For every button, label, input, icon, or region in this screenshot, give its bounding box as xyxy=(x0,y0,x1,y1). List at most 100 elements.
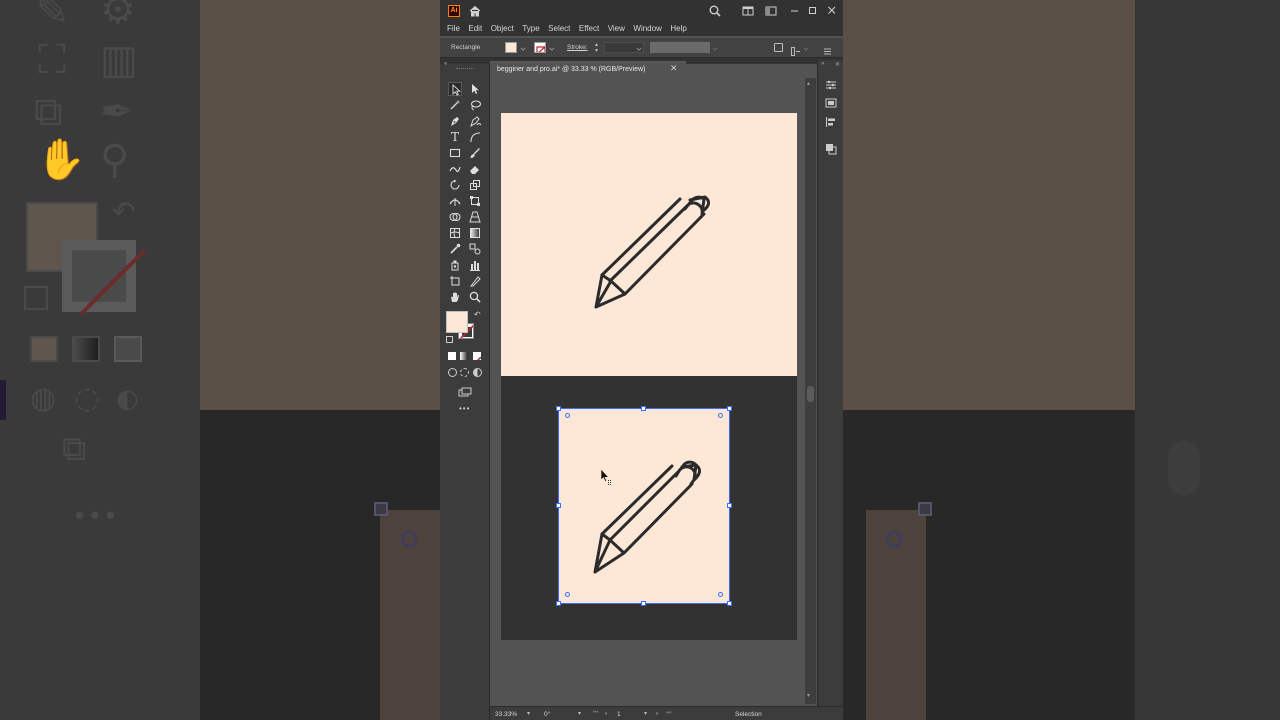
draw-normal-icon[interactable] xyxy=(448,368,457,377)
rectangle-tool-icon[interactable] xyxy=(448,146,462,160)
stroke-color-swatch[interactable] xyxy=(534,42,546,53)
curvature-tool-icon[interactable] xyxy=(468,114,482,128)
default-fill-stroke-icon[interactable] xyxy=(446,336,453,343)
fill-swatch[interactable] xyxy=(446,311,468,333)
first-artboard-icon[interactable]: ⏮ xyxy=(593,710,598,717)
vertical-scrollbar[interactable]: ▴ ▾ xyxy=(805,78,816,704)
swap-fill-stroke-icon[interactable]: ↶ xyxy=(474,310,481,319)
width-tool-icon[interactable] xyxy=(448,194,462,208)
transform-chevron-icon[interactable] xyxy=(803,45,809,51)
menu-view[interactable]: View xyxy=(608,24,625,33)
resize-handle-t[interactable] xyxy=(641,406,646,411)
menu-object[interactable]: Object xyxy=(491,24,514,33)
corner-radius-widget[interactable] xyxy=(718,592,723,597)
scrollbar-thumb[interactable] xyxy=(807,386,814,402)
stroke-label[interactable]: Stroke: xyxy=(567,44,588,51)
rotation-dropdown-icon[interactable]: ▾ xyxy=(578,710,581,717)
shape-builder-tool-icon[interactable] xyxy=(448,210,462,224)
perspective-grid-tool-icon[interactable] xyxy=(468,210,482,224)
maximize-icon[interactable] xyxy=(806,4,820,18)
pen-tool-icon[interactable] xyxy=(448,114,462,128)
scroll-up-icon[interactable]: ▴ xyxy=(807,80,810,87)
paintbrush-tool-icon[interactable] xyxy=(468,146,482,160)
stroke-weight-stepper[interactable]: ▴ ▾ xyxy=(595,42,601,54)
menu-effect[interactable]: Effect xyxy=(579,24,599,33)
menu-file[interactable]: File xyxy=(447,24,460,33)
artboard-tool-icon[interactable] xyxy=(448,274,462,288)
corner-radius-widget[interactable] xyxy=(718,413,723,418)
align-panel-icon[interactable] xyxy=(825,115,837,127)
workspace-icon[interactable] xyxy=(764,4,778,18)
mesh-tool-icon[interactable] xyxy=(448,226,462,240)
edit-toolbar-icon[interactable]: ••• xyxy=(459,404,470,413)
document-tab[interactable]: begginer and pro.ai* @ 33.33 % (RGB/Prev… xyxy=(490,61,686,78)
resize-handle-bl[interactable] xyxy=(556,601,561,606)
next-artboard-icon[interactable]: ▸ xyxy=(656,710,659,717)
artboard-1[interactable] xyxy=(501,113,797,376)
zoom-level[interactable]: 33.33% xyxy=(495,711,517,718)
align-icon[interactable] xyxy=(774,43,783,52)
resize-handle-l[interactable] xyxy=(556,503,561,508)
rotation-value[interactable]: 0° xyxy=(544,711,550,718)
hand-tool-icon[interactable] xyxy=(448,290,462,304)
draw-behind-icon[interactable] xyxy=(460,368,469,377)
minimize-icon[interactable] xyxy=(788,4,802,18)
none-button[interactable] xyxy=(473,352,481,360)
transform-icon[interactable] xyxy=(791,43,800,56)
type-tool-icon[interactable]: T xyxy=(448,130,462,144)
symbol-sprayer-tool-icon[interactable] xyxy=(448,258,462,272)
selection-tool-icon[interactable] xyxy=(448,82,462,96)
resize-handle-br[interactable] xyxy=(727,601,732,606)
gradient-button[interactable] xyxy=(460,352,468,360)
artboard-dropdown-icon[interactable]: ▾ xyxy=(644,710,647,717)
expand-panels-icon[interactable]: » xyxy=(821,61,824,67)
panel-grip[interactable] xyxy=(456,68,474,70)
pathfinder-icon[interactable] xyxy=(825,142,837,155)
corner-radius-widget[interactable] xyxy=(565,413,570,418)
profile-chevron-icon[interactable] xyxy=(712,45,718,51)
collapse-panel-icon[interactable]: « xyxy=(444,61,447,67)
rotate-tool-icon[interactable] xyxy=(448,178,462,192)
resize-handle-b[interactable] xyxy=(641,601,646,606)
color-button[interactable] xyxy=(448,352,456,360)
layers-icon[interactable] xyxy=(825,96,837,108)
menu-select[interactable]: Select xyxy=(548,24,570,33)
home-icon[interactable] xyxy=(468,4,482,18)
last-artboard-icon[interactable]: ⏭ xyxy=(666,710,671,717)
fill-color-swatch[interactable] xyxy=(505,42,517,53)
close-document-icon[interactable]: ✕ xyxy=(670,63,678,74)
resize-handle-tl[interactable] xyxy=(556,406,561,411)
resize-handle-tr[interactable] xyxy=(727,406,732,411)
menu-help[interactable]: Help xyxy=(670,24,686,33)
artboard-number[interactable]: 1 xyxy=(617,711,621,718)
variable-width-profile-field[interactable] xyxy=(650,42,710,53)
stroke-dropdown-chevron-icon[interactable] xyxy=(549,45,555,51)
zoom-tool-icon[interactable] xyxy=(468,290,482,304)
properties-icon[interactable] xyxy=(825,78,837,90)
free-transform-tool-icon[interactable] xyxy=(468,194,482,208)
close-panels-icon[interactable]: ✕ xyxy=(835,61,840,68)
shaper-tool-icon[interactable] xyxy=(448,162,462,176)
eyedropper-tool-icon[interactable] xyxy=(448,242,462,256)
column-graph-tool-icon[interactable] xyxy=(468,258,482,272)
corner-radius-widget[interactable] xyxy=(565,592,570,597)
arc-tool-icon[interactable] xyxy=(468,130,482,144)
previous-artboard-icon[interactable]: ◂ xyxy=(604,710,607,717)
eraser-tool-icon[interactable] xyxy=(468,162,482,176)
control-panel-menu-icon[interactable] xyxy=(823,43,832,55)
change-screen-mode-icon[interactable] xyxy=(458,384,472,397)
gradient-tool-icon[interactable] xyxy=(468,226,482,240)
close-icon[interactable] xyxy=(825,4,839,18)
arrange-documents-icon[interactable] xyxy=(741,4,755,18)
direct-selection-tool-icon[interactable] xyxy=(468,82,482,96)
slice-tool-icon[interactable] xyxy=(468,274,482,288)
scale-tool-icon[interactable] xyxy=(468,178,482,192)
lasso-tool-icon[interactable] xyxy=(468,98,482,112)
resize-handle-r[interactable] xyxy=(727,503,732,508)
draw-inside-icon[interactable] xyxy=(473,368,482,377)
pencil-icon[interactable] xyxy=(501,113,797,376)
menu-window[interactable]: Window xyxy=(633,24,661,33)
search-icon[interactable] xyxy=(708,4,722,18)
zoom-dropdown-icon[interactable]: ▾ xyxy=(527,710,530,717)
fill-dropdown-chevron-icon[interactable] xyxy=(520,45,526,51)
